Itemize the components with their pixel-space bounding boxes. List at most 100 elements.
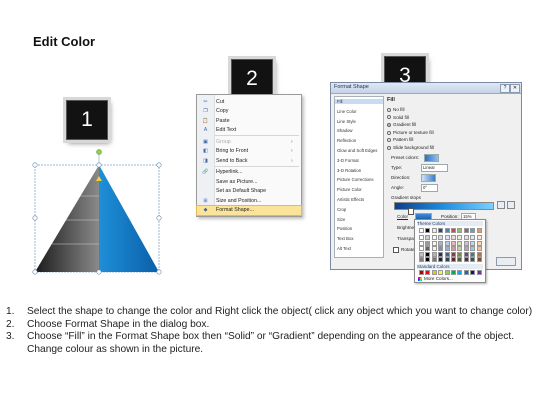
close-icon[interactable]: ✕ bbox=[510, 84, 520, 93]
nav-item-position[interactable]: Position bbox=[337, 226, 352, 231]
menu-item-send-to-back[interactable]: ◨ Send to Back › bbox=[197, 156, 301, 166]
color-swatch[interactable] bbox=[419, 257, 424, 263]
help-icon[interactable]: ? bbox=[500, 84, 510, 93]
color-swatch[interactable] bbox=[444, 270, 450, 275]
color-swatch[interactable] bbox=[457, 235, 463, 240]
nav-item-line-style[interactable]: Line Style bbox=[337, 119, 356, 124]
color-swatch[interactable] bbox=[476, 270, 482, 275]
nav-item-text-box[interactable]: Text Box bbox=[337, 236, 353, 241]
color-swatch[interactable] bbox=[431, 235, 437, 240]
color-swatch[interactable] bbox=[419, 246, 424, 252]
nav-item-picture-corrections[interactable]: Picture Corrections bbox=[337, 177, 374, 182]
dialog-close-button[interactable] bbox=[496, 257, 516, 266]
color-swatch[interactable] bbox=[438, 251, 444, 257]
more-colors-link[interactable]: More Colors... bbox=[418, 276, 453, 281]
color-swatch[interactable] bbox=[470, 257, 476, 263]
color-swatch[interactable] bbox=[438, 257, 444, 263]
menu-item-copy[interactable]: ❐ Copy bbox=[197, 107, 301, 117]
color-swatch[interactable] bbox=[438, 235, 444, 240]
color-swatch[interactable] bbox=[425, 270, 431, 275]
color-swatch[interactable] bbox=[457, 246, 463, 252]
color-swatch[interactable] bbox=[438, 246, 444, 252]
color-swatch[interactable] bbox=[476, 240, 482, 246]
color-swatch[interactable] bbox=[470, 270, 476, 275]
color-swatch[interactable] bbox=[444, 228, 450, 233]
nav-item-3-d-format[interactable]: 3-D Format bbox=[337, 158, 359, 163]
color-swatch[interactable] bbox=[444, 251, 450, 257]
menu-item-set-as-default-shape[interactable]: Set as Default Shape bbox=[197, 187, 301, 197]
color-swatch[interactable] bbox=[444, 246, 450, 252]
color-swatch[interactable] bbox=[457, 270, 463, 275]
color-swatch[interactable] bbox=[438, 228, 444, 233]
menu-item-edit-text[interactable]: A Edit Text bbox=[197, 126, 301, 136]
menu-item-paste[interactable]: 📋 Paste bbox=[197, 116, 301, 126]
color-swatch[interactable] bbox=[463, 270, 469, 275]
color-swatch[interactable] bbox=[451, 240, 456, 246]
color-swatch[interactable] bbox=[431, 240, 437, 246]
color-swatch[interactable] bbox=[451, 246, 456, 252]
nav-item-fill[interactable]: Fill bbox=[335, 99, 383, 104]
color-swatch[interactable] bbox=[476, 251, 482, 257]
color-swatch[interactable] bbox=[451, 235, 456, 240]
fill-option-no-fill[interactable]: No fill bbox=[387, 107, 405, 112]
nav-item-crop[interactable]: Crop bbox=[337, 207, 346, 212]
color-swatch[interactable] bbox=[419, 235, 424, 240]
color-swatch[interactable] bbox=[444, 235, 450, 240]
fill-option-gradient-fill[interactable]: Gradient fill bbox=[387, 122, 416, 127]
fill-option-picture-or-texture-fill[interactable]: Picture or texture fill bbox=[387, 130, 434, 135]
color-swatch[interactable] bbox=[451, 257, 456, 263]
color-swatch[interactable] bbox=[470, 246, 476, 252]
color-swatch[interactable] bbox=[457, 257, 463, 263]
direction-dropdown[interactable] bbox=[421, 174, 436, 182]
color-swatch[interactable] bbox=[457, 251, 463, 257]
color-swatch[interactable] bbox=[425, 251, 431, 257]
nav-item-reflection[interactable]: Reflection bbox=[337, 138, 356, 143]
color-swatch[interactable] bbox=[425, 235, 431, 240]
menu-item-hyperlink[interactable]: 🔗 Hyperlink... bbox=[197, 168, 301, 178]
color-swatch[interactable] bbox=[438, 270, 444, 275]
fill-option-solid-fill[interactable]: Solid fill bbox=[387, 115, 409, 120]
color-swatch[interactable] bbox=[425, 240, 431, 246]
nav-item-picture-color[interactable]: Picture Color bbox=[337, 187, 362, 192]
remove-stop-icon[interactable] bbox=[507, 201, 515, 209]
nav-item-line-color[interactable]: Line Color bbox=[337, 109, 357, 114]
color-swatch[interactable] bbox=[431, 228, 437, 233]
rotate-checkbox[interactable]: Rotate bbox=[393, 247, 415, 253]
color-swatch[interactable] bbox=[451, 228, 456, 233]
nav-item-alt-text[interactable]: Alt Text bbox=[337, 246, 351, 251]
nav-item-size[interactable]: Size bbox=[337, 217, 345, 222]
color-swatch[interactable] bbox=[470, 228, 476, 233]
color-swatch[interactable] bbox=[425, 246, 431, 252]
nav-item-artistic-effects[interactable]: Artistic Effects bbox=[337, 197, 364, 202]
fill-option-slide-background-fill[interactable]: Slide background fill bbox=[387, 145, 434, 150]
fill-option-pattern-fill[interactable]: Pattern fill bbox=[387, 137, 413, 142]
color-swatch[interactable] bbox=[444, 240, 450, 246]
color-swatch[interactable] bbox=[470, 235, 476, 240]
color-swatch[interactable] bbox=[444, 257, 450, 263]
type-dropdown[interactable]: Linear bbox=[421, 164, 448, 172]
color-swatch[interactable] bbox=[451, 251, 456, 257]
color-swatch[interactable] bbox=[431, 251, 437, 257]
color-swatch[interactable] bbox=[425, 257, 431, 263]
color-swatch[interactable] bbox=[419, 251, 424, 257]
color-swatch[interactable] bbox=[463, 257, 469, 263]
nav-item-3-d-rotation[interactable]: 3-D Rotation bbox=[337, 168, 361, 173]
color-swatch[interactable] bbox=[476, 246, 482, 252]
menu-item-format-shape[interactable]: ◆ Format Shape... bbox=[196, 204, 302, 216]
color-swatch[interactable] bbox=[457, 240, 463, 246]
color-swatch[interactable] bbox=[463, 240, 469, 246]
color-swatch[interactable] bbox=[463, 228, 469, 233]
gradient-stop-handle[interactable] bbox=[408, 208, 414, 215]
color-swatch[interactable] bbox=[425, 228, 431, 233]
color-swatch[interactable] bbox=[419, 270, 424, 275]
menu-item-group[interactable]: ▣ Group › bbox=[197, 137, 301, 147]
add-stop-icon[interactable] bbox=[497, 201, 505, 209]
color-swatch[interactable] bbox=[431, 246, 437, 252]
color-swatch[interactable] bbox=[463, 246, 469, 252]
menu-item-cut[interactable]: ✂ Cut bbox=[197, 97, 301, 107]
color-swatch[interactable] bbox=[470, 240, 476, 246]
color-swatch[interactable] bbox=[431, 257, 437, 263]
angle-input[interactable]: 0° bbox=[421, 184, 438, 192]
menu-item-save-as-picture[interactable]: Save as Picture... bbox=[197, 177, 301, 187]
color-swatch[interactable] bbox=[419, 228, 424, 233]
